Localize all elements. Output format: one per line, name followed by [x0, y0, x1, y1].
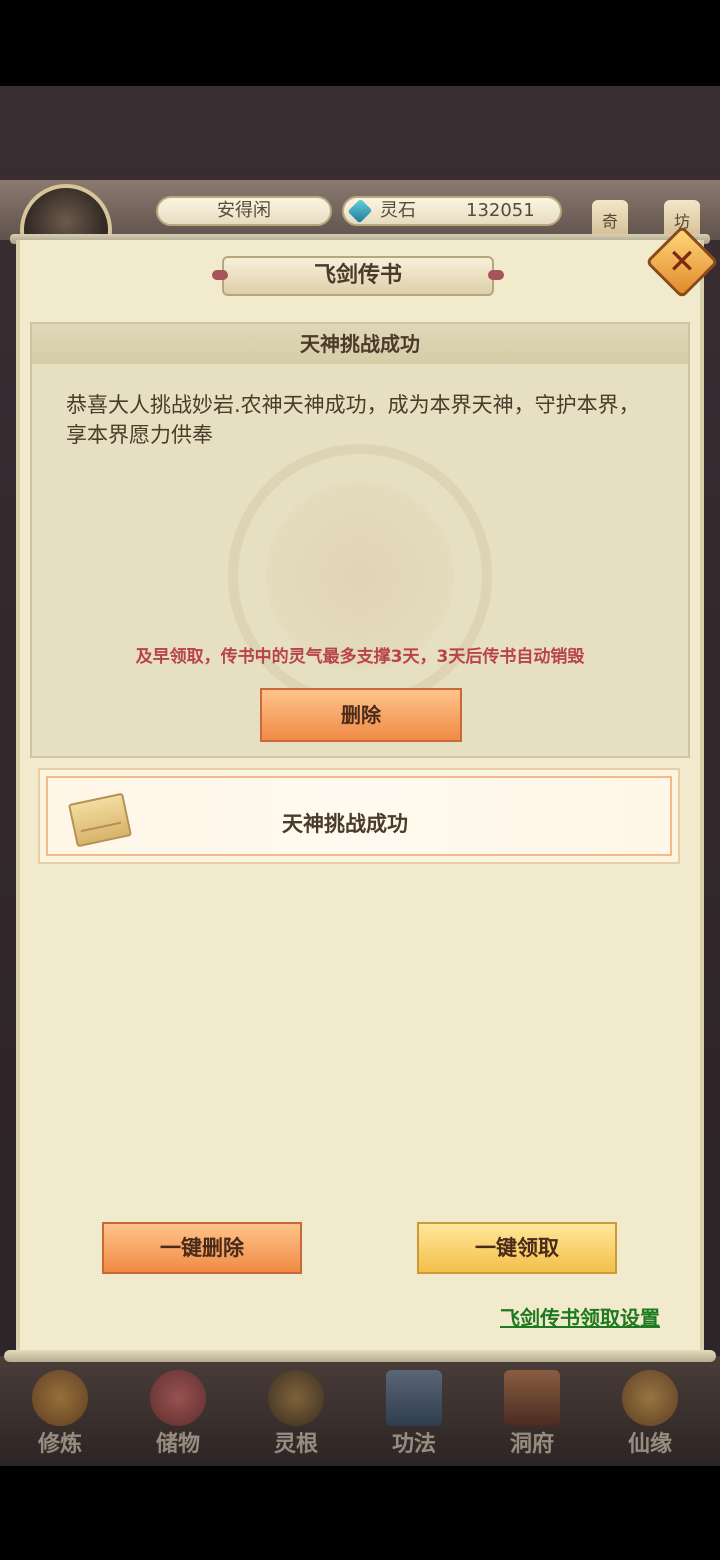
nav-label: 灵根: [273, 1432, 318, 1457]
nav-item-spirit-root[interactable]: 灵根: [246, 1364, 346, 1460]
mail-list-item-title: 天神挑战成功: [282, 812, 408, 836]
dialog-title: 飞剑传书: [313, 263, 402, 288]
spirit-root-icon: [268, 1370, 324, 1426]
claim-all-button[interactable]: 一键领取: [417, 1222, 617, 1274]
delete-button[interactable]: 删除: [260, 688, 462, 742]
spirit-stone-counter: 灵石 132051: [342, 196, 562, 226]
nav-item-cave[interactable]: 洞府: [482, 1364, 582, 1460]
nav-item-cultivate[interactable]: 修炼: [10, 1364, 110, 1460]
dialog-title-plate: 飞剑传书: [212, 256, 504, 296]
nav-label: 储物: [155, 1432, 200, 1457]
cave-dwelling-icon: [504, 1370, 560, 1426]
mail-body: 恭喜大人挑战妙岩.农神天神成功，成为本界天神，守护本界，享本界愿力供奉: [66, 393, 640, 447]
close-icon[interactable]: ✕: [656, 236, 708, 288]
expiry-warning: 及早领取，传书中的灵气最多支撑3天，3天后传书自动销毁: [135, 647, 585, 667]
title-ornament-right: [488, 270, 504, 280]
mail-detail-card: 天神挑战成功 恭喜大人挑战妙岩.农神天神成功，成为本界天神，守护本界，享本界愿力…: [30, 322, 690, 758]
nav-item-storage[interactable]: 储物: [128, 1364, 228, 1460]
scripture-book-icon: [386, 1370, 442, 1426]
bottom-nav: 修炼 储物 灵根 功法 洞府 仙缘: [0, 1356, 720, 1462]
storage-bag-icon: [150, 1370, 206, 1426]
fate-gourd-icon: [622, 1370, 678, 1426]
currency-label: 灵石: [380, 200, 416, 221]
nav-label: 功法: [391, 1432, 436, 1457]
currency-value: 132051: [466, 200, 535, 221]
nav-item-technique[interactable]: 功法: [364, 1364, 464, 1460]
title-ornament-left: [212, 270, 228, 280]
nav-item-fate[interactable]: 仙缘: [600, 1364, 700, 1460]
mail-list-item-frame: 天神挑战成功: [46, 776, 672, 856]
delete-all-button[interactable]: 一键删除: [102, 1222, 302, 1274]
mail-claim-settings-link[interactable]: 飞剑传书领取设置: [500, 1302, 660, 1331]
mail-subject: 天神挑战成功: [32, 324, 688, 364]
spirit-stone-icon: [347, 198, 373, 224]
mail-list-item[interactable]: 天神挑战成功: [38, 768, 680, 864]
nav-label: 修炼: [37, 1432, 82, 1457]
scroll-bottom-rod: [4, 1350, 716, 1362]
player-name: 安得闲: [156, 196, 332, 226]
cultivate-icon: [32, 1370, 88, 1426]
nav-label: 洞府: [509, 1432, 554, 1457]
nav-label: 仙缘: [627, 1432, 672, 1457]
